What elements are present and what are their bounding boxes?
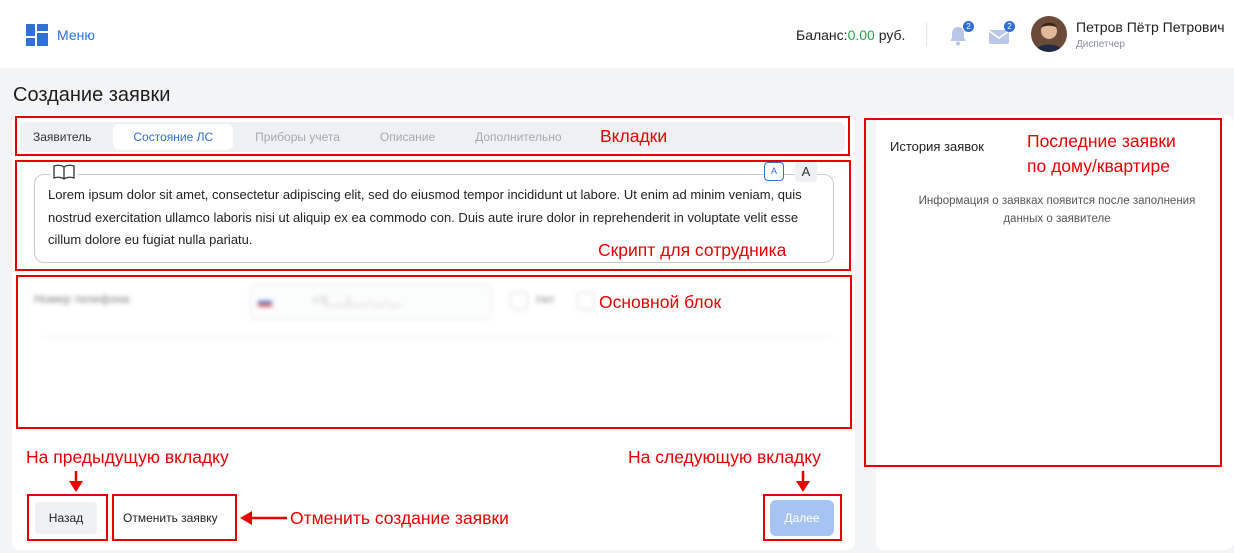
notifications-badge: 2 [963,21,974,32]
annotation-cancel: Отменить создание заявки [290,508,509,528]
annotation-tabs: Вкладки [600,126,668,146]
annotation-history: Последние заявки по дому/квартире [1027,129,1176,179]
user-role: Диспетчер [1076,39,1125,50]
user-name: Петров Пётр Петрович [1076,19,1225,35]
annotation-script: Скрипт для сотрудника [598,240,787,260]
balance-amount: 0.00 [847,27,875,43]
annotation-history-line2: по дому/квартире [1027,156,1170,176]
balance-label: Баланс: [796,27,848,43]
annotation-frame-back [27,494,108,541]
annotation-prev-tab: На предыдущую вкладку [26,447,229,467]
grid-menu-icon [26,24,48,46]
annotation-frame-cancel [112,494,237,541]
messages-button[interactable]: 2 [987,21,1015,48]
messages-badge: 2 [1004,21,1015,32]
user-photo-icon [1031,16,1067,52]
annotation-frame-main [16,275,852,429]
notifications-button[interactable]: 2 [946,21,974,48]
annotation-main-block: Основной блок [599,292,722,312]
annotation-frame-tabs [15,116,850,156]
balance: Баланс:0.00 руб. [796,27,905,43]
annotation-frame-next [763,494,842,541]
annotation-history-line1: Последние заявки [1027,131,1176,151]
balance-currency: руб. [874,27,906,43]
page-title: Создание заявки [13,84,171,106]
annotation-next-tab: На следующую вкладку [628,447,821,467]
menu-label: Меню [57,27,95,43]
menu-button[interactable]: Меню [26,24,95,46]
avatar[interactable] [1031,16,1067,52]
header-divider [926,22,927,46]
